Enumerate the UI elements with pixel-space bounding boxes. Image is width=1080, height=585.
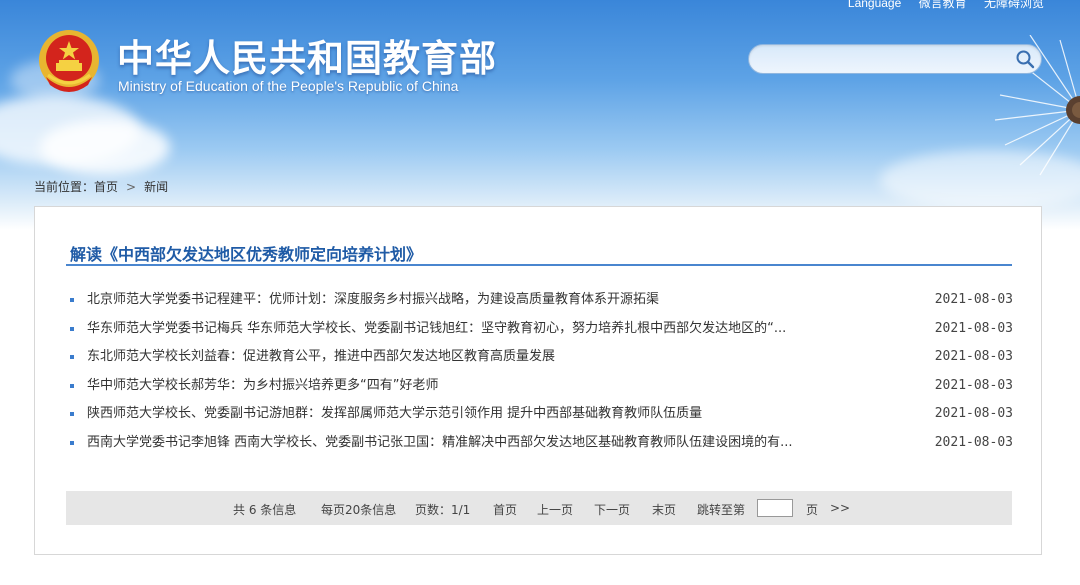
breadcrumb-home-link[interactable]: 首页	[94, 180, 118, 194]
pager-prev-button[interactable]: 上一页	[537, 501, 573, 518]
cloud-decoration	[40, 120, 170, 175]
pager-jump-label: 跳转至第	[697, 503, 746, 517]
bullet-icon	[70, 298, 74, 302]
news-date: 2021-08-03	[934, 377, 1013, 393]
news-date: 2021-08-03	[934, 292, 1013, 307]
top-links: Language 微言教育 无障碍浏览	[834, 0, 1044, 11]
news-list: 北京师范大学党委书记程建平：优师计划：深度服务乡村振兴战略，为建设高质量教育体系…	[67, 289, 1013, 461]
bullet-icon	[70, 355, 74, 360]
list-item: 陕西师范大学校长、党委副书记游旭群：发挥部属师范大学示范引领作用 提升中西部基础…	[67, 403, 1013, 432]
pager-per-page: 每页20条信息	[321, 503, 397, 517]
news-link[interactable]: 西南大学党委书记李旭锋 西南大学校长、党委副书记张卫国：精准解决中西部欠发达地区…	[87, 432, 907, 454]
list-item: 华中师范大学校长郝芳华：为乡村振兴培养更多“四有”好老师 2021-08-03	[67, 375, 1013, 404]
weiyan-link[interactable]: 微言教育	[919, 0, 967, 10]
pager-next-button[interactable]: 下一页	[594, 501, 630, 518]
bullet-icon	[70, 412, 74, 417]
search-input[interactable]	[763, 49, 1007, 71]
site-subtitle: Ministry of Education of the People's Re…	[118, 78, 459, 94]
news-date: 2021-08-03	[934, 434, 1013, 450]
site-title: 中华人民共和国教育部	[117, 37, 497, 80]
page-jump-input[interactable]	[757, 499, 793, 517]
breadcrumb: 当前位置：首页 > 新闻	[34, 178, 168, 195]
news-date: 2021-08-03	[934, 406, 1013, 422]
news-date: 2021-08-03	[934, 349, 1013, 365]
breadcrumb-current[interactable]: 新闻	[144, 180, 168, 194]
bullet-icon	[70, 440, 74, 445]
pager-first-button[interactable]: 首页	[493, 501, 517, 518]
search-box	[748, 44, 1042, 74]
pager-total: 共 6 条信息	[233, 503, 297, 517]
list-item: 西南大学党委书记李旭锋 西南大学校长、党委副书记张卫国：精准解决中西部欠发达地区…	[67, 432, 1013, 461]
list-item: 东北师范大学校长刘益春：促进教育公平，推进中西部欠发达地区教育高质量发展 202…	[67, 346, 1013, 375]
content-panel: 解读《中西部欠发达地区优秀教师定向培养计划》 北京师范大学党委书记程建平：优师计…	[34, 206, 1042, 555]
pager-page-unit: 页	[806, 503, 819, 517]
bullet-icon	[70, 383, 74, 388]
pager-go-button[interactable]: >>	[830, 501, 850, 515]
news-link[interactable]: 华东师范大学党委书记梅兵 华东师范大学校长、党委副书记钱旭红：坚守教育初心，努力…	[87, 318, 907, 340]
title-divider	[66, 264, 1012, 266]
breadcrumb-separator: >	[126, 180, 137, 194]
news-link[interactable]: 华中师范大学校长郝芳华：为乡村振兴培养更多“四有”好老师	[87, 375, 907, 397]
language-link[interactable]: Language	[848, 0, 901, 10]
news-date: 2021-08-03	[934, 320, 1013, 336]
list-item: 华东师范大学党委书记梅兵 华东师范大学校长、党委副书记钱旭红：坚守教育初心，努力…	[67, 318, 1013, 347]
search-icon[interactable]	[1015, 49, 1035, 69]
pagination-bar: 共 6 条信息 每页20条信息 页数：1/1 首页 上一页 下一页 末页 跳转至…	[66, 491, 1012, 525]
pager-page-count: 页数：1/1	[415, 503, 471, 517]
accessibility-link[interactable]: 无障碍浏览	[984, 0, 1044, 10]
pager-last-button[interactable]: 末页	[652, 501, 676, 518]
bullet-icon	[70, 326, 74, 331]
list-item: 北京师范大学党委书记程建平：优师计划：深度服务乡村振兴战略，为建设高质量教育体系…	[67, 289, 1013, 318]
header-banner: Language 微言教育 无障碍浏览 中华人民共和国教育部 Ministry …	[0, 0, 1080, 230]
news-link[interactable]: 北京师范大学党委书记程建平：优师计划：深度服务乡村振兴战略，为建设高质量教育体系…	[87, 289, 907, 311]
section-title[interactable]: 解读《中西部欠发达地区优秀教师定向培养计划》	[70, 241, 422, 265]
national-emblem-icon	[39, 30, 99, 92]
news-link[interactable]: 陕西师范大学校长、党委副书记游旭群：发挥部属师范大学示范引领作用 提升中西部基础…	[87, 403, 907, 425]
news-link[interactable]: 东北师范大学校长刘益春：促进教育公平，推进中西部欠发达地区教育高质量发展	[87, 346, 907, 368]
breadcrumb-prefix: 当前位置：	[34, 180, 95, 194]
